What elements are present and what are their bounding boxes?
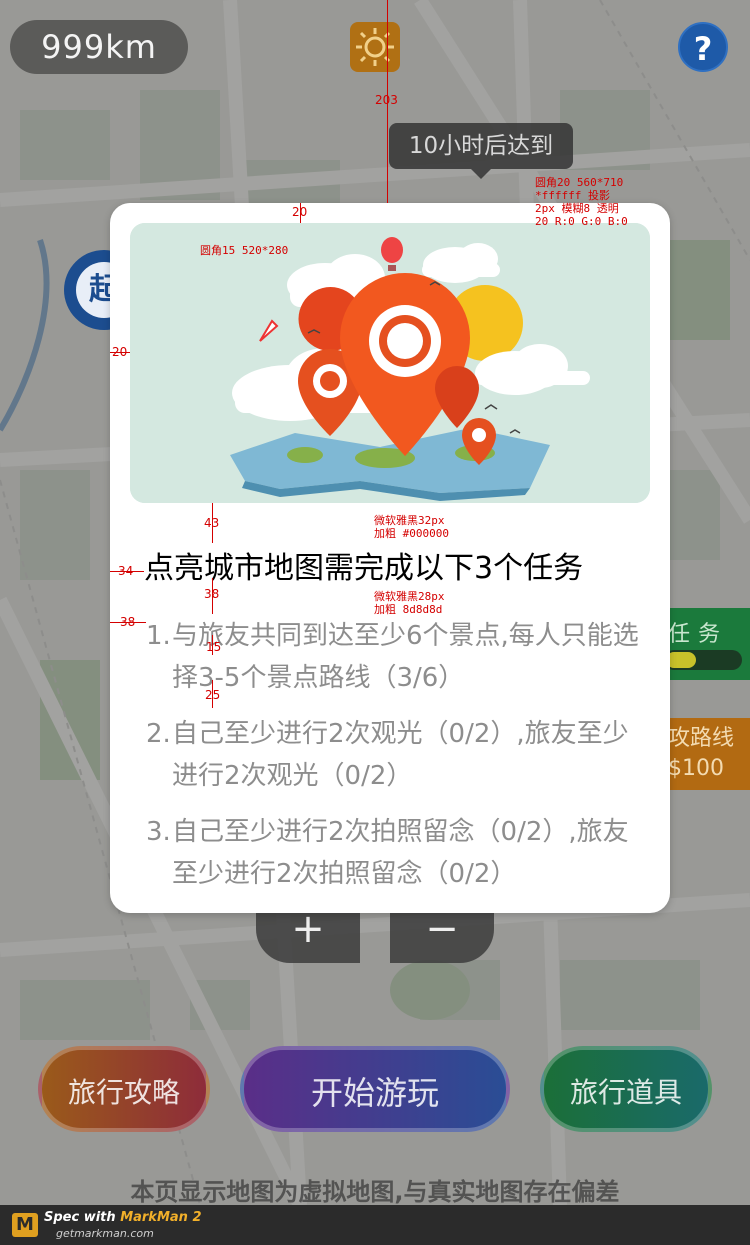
route-widget-label: 攻路线 xyxy=(668,726,735,751)
spec-list-left: 38 xyxy=(120,615,136,629)
task-item-1: 1. 与旅友共同到达至少6个景点,每人只能选择3-5个景点路线（3/6） xyxy=(146,615,646,699)
spec-image-title-gap: 43 xyxy=(204,516,220,530)
spec-item-gap: 25 xyxy=(205,688,221,702)
map-illustration xyxy=(130,223,650,503)
task-dialog: 点亮城市地图需完成以下3个任务 1. 与旅友共同到达至少6个景点,每人只能选择3… xyxy=(110,203,670,913)
spec-title-font: 微软雅黑32px 加粗 #000000 xyxy=(374,514,449,540)
markman-spec-label: Spec with MarkMan 2 xyxy=(44,1210,202,1225)
task-item-2: 2. 自己至少进行2次观光（0/2）,旅友至少进行2次观光（0/2） xyxy=(146,713,646,797)
travel-guide-button[interactable]: 旅行攻略 xyxy=(38,1046,210,1132)
spec-image-left: 20 xyxy=(112,345,128,359)
spec-top-gap: 203 xyxy=(375,93,398,107)
task-number: 3. xyxy=(146,817,171,847)
spec-title-list-gap: 38 xyxy=(204,587,220,601)
task-text: 自己至少进行2次观光（0/2）,旅友至少进行2次观光（0/2） xyxy=(172,719,629,791)
task-widget-label: 任务 xyxy=(668,622,729,647)
help-button[interactable]: ? xyxy=(678,22,728,72)
dialog-title: 点亮城市地图需完成以下3个任务 xyxy=(144,551,584,586)
task-text: 自己至少进行2次拍照留念（0/2）,旅友至少进行2次拍照留念（0/2） xyxy=(172,817,629,889)
spec-modal-note: 圆角20 560*710 *ffffff 投影 2px 模糊8 透明 20 R:… xyxy=(535,176,628,228)
markman-logo-icon: M xyxy=(12,1213,38,1237)
spec-list-font: 微软雅黑28px 加粗 8d8d8d xyxy=(374,590,445,616)
route-widget-price: $100 xyxy=(668,756,724,781)
distance-indicator: 999km xyxy=(10,20,188,74)
spec-title-left: 34 xyxy=(118,564,134,578)
arrival-time-bubble: 10小时后达到 xyxy=(389,123,573,179)
weather-button[interactable] xyxy=(350,22,400,72)
spec-image-note: 圆角15 520*280 xyxy=(200,244,289,257)
markman-site: getmarkman.com xyxy=(56,1227,154,1240)
spec-line-gap: 15 xyxy=(206,640,222,654)
task-text: 与旅友共同到达至少6个景点,每人只能选择3-5个景点路线（3/6） xyxy=(172,621,639,693)
markman-footer: M Spec with MarkMan 2 getmarkman.com xyxy=(0,1205,750,1245)
task-progress-bar xyxy=(664,650,742,670)
spec-image-top: 20 xyxy=(292,205,308,219)
start-play-button[interactable]: 开始游玩 xyxy=(240,1046,510,1132)
map-disclaimer: 本页显示地图为虚拟地图,与真实地图存在偏差 xyxy=(130,1178,620,1206)
task-number: 2. xyxy=(146,719,171,749)
task-list: 1. 与旅友共同到达至少6个景点,每人只能选择3-5个景点路线（3/6） 2. … xyxy=(146,615,646,909)
task-number: 1. xyxy=(146,621,171,651)
task-item-3: 3. 自己至少进行2次拍照留念（0/2）,旅友至少进行2次拍照留念（0/2） xyxy=(146,811,646,895)
travel-props-button[interactable]: 旅行道具 xyxy=(540,1046,712,1132)
sun-icon xyxy=(356,28,394,66)
